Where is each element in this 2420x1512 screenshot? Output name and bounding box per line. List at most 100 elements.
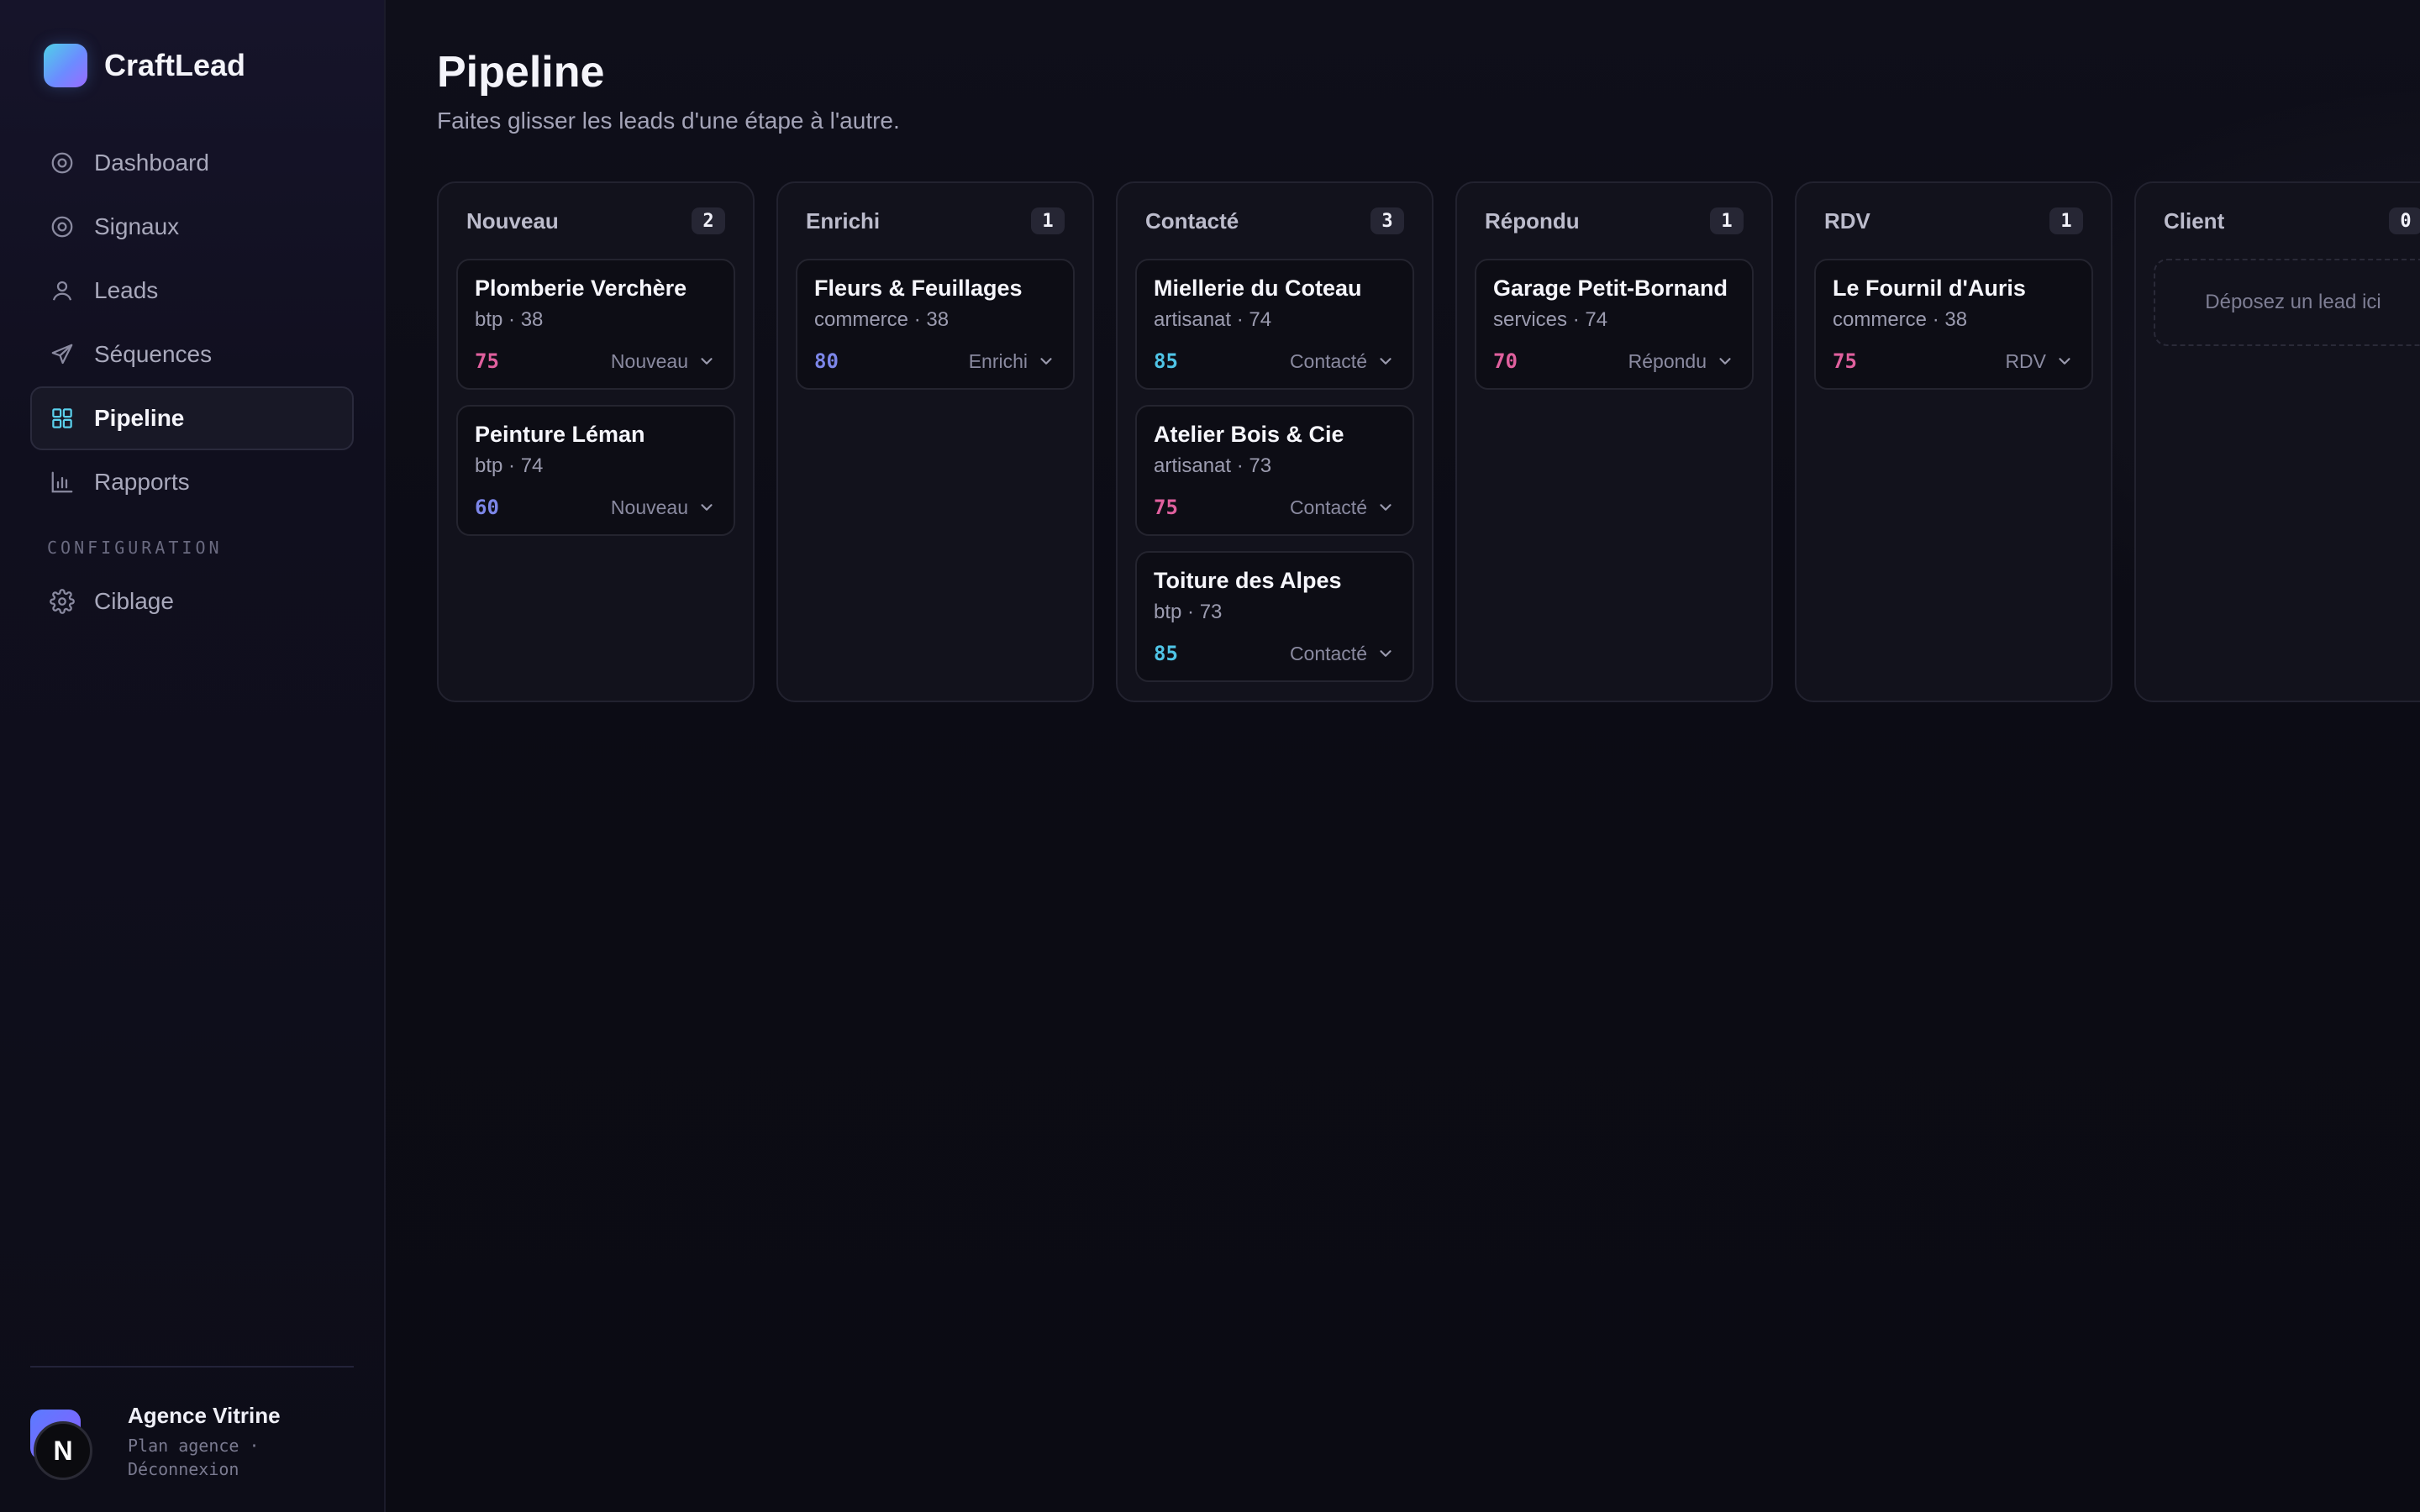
lead-card[interactable]: Atelier Bois & Cie artisanat · 73 75 Contac… (1135, 405, 1414, 536)
avatar-letter: N (34, 1421, 92, 1480)
pipeline-column-nouveau[interactable]: Nouveau 2 Plomberie Verchère btp · 38 75 Nouv… (437, 181, 755, 702)
app-root: CraftLead Dashboard Signaux Leads Séquences… (0, 0, 2420, 1512)
lead-meta: artisanat · 74 (1154, 308, 1272, 331)
column-count-badge: 3 (1370, 207, 1404, 234)
column-cards: Déposez un lead ici (2154, 259, 2420, 346)
bar-chart-icon (49, 469, 76, 496)
lead-name[interactable]: Miellerie du Coteau (1154, 276, 1396, 302)
account-subtitle[interactable]: Plan agence · Déconnexion (128, 1434, 296, 1481)
column-title: Répondu (1485, 207, 1580, 234)
stage-select[interactable]: RDV (2005, 350, 2075, 373)
brand[interactable]: CraftLead (30, 0, 354, 131)
lead-name[interactable]: Fleurs & Feuillages (814, 276, 1056, 302)
lead-card-footer: 85 Contacté (1154, 642, 1396, 665)
column-count-badge: 1 (2049, 207, 2083, 234)
sidebar-item-label: Dashboard (94, 150, 209, 176)
pipeline-column-contacte[interactable]: Contacté 3 Miellerie du Coteau artisanat · … (1116, 181, 1434, 702)
lead-card[interactable]: Toiture des Alpes btp · 73 85 Contacté (1135, 551, 1414, 682)
lead-name[interactable]: Atelier Bois & Cie (1154, 422, 1396, 448)
account-text: Agence Vitrine Plan agence · Déconnexion (128, 1401, 296, 1481)
lead-score: 80 (814, 349, 839, 373)
stage-select[interactable]: Contacté (1290, 496, 1396, 519)
stage-select[interactable]: Répondu (1628, 350, 1735, 373)
stage-select[interactable]: Enrichi (969, 350, 1056, 373)
pipeline-column-rdv[interactable]: RDV 1 Le Fournil d'Auris commerce · 38 75 RDV (1795, 181, 2112, 702)
sidebar-item-ciblage[interactable]: Ciblage (30, 570, 354, 633)
avatar[interactable]: N (30, 1401, 92, 1480)
stage-select[interactable]: Nouveau (611, 496, 717, 519)
column-cards: Garage Petit-Bornand services · 74 70 Répon… (1475, 259, 1754, 390)
column-cards: Plomberie Verchère btp · 38 75 Nouveau Peint… (456, 259, 735, 536)
lead-card[interactable]: Fleurs & Feuillages commerce · 38 80 Enrich… (796, 259, 1075, 390)
pipeline-column-enrichi[interactable]: Enrichi 1 Fleurs & Feuillages commerce · 38… (776, 181, 1094, 702)
send-icon (49, 341, 76, 368)
stage-select-value: Nouveau (610, 349, 688, 372)
sidebar-item-signaux[interactable]: Signaux (30, 195, 354, 259)
column-header: Répondu 1 (1475, 183, 1754, 259)
lead-card[interactable]: Peinture Léman btp · 74 60 Nouveau (456, 405, 735, 536)
stage-select[interactable]: Contacté (1290, 643, 1396, 665)
stage-select[interactable]: Nouveau (611, 350, 717, 373)
column-cards: Fleurs & Feuillages commerce · 38 80 Enrich… (796, 259, 1075, 390)
main-nav: Dashboard Signaux Leads Séquences Pipeline Ra… (30, 131, 354, 514)
chevron-down-icon (1715, 351, 1735, 371)
page-title: Pipeline (437, 48, 605, 97)
lead-card-footer: 75 Contacté (1154, 496, 1396, 519)
lead-score: 70 (1493, 349, 1518, 373)
column-header: Nouveau 2 (456, 183, 735, 259)
sidebar: CraftLead Dashboard Signaux Leads Séquences… (0, 0, 386, 1512)
sidebar-item-dashboard[interactable]: Dashboard (30, 131, 354, 195)
lead-card-footer: 75 RDV (1833, 349, 2075, 373)
lead-card-footer: 80 Enrichi (814, 349, 1056, 373)
stage-select[interactable]: Contacté (1290, 350, 1396, 373)
lead-score: 60 (475, 496, 499, 519)
lead-meta: commerce · 38 (1833, 308, 1968, 331)
sidebar-item-leads[interactable]: Leads (30, 259, 354, 323)
lead-name[interactable]: Toiture des Alpes (1154, 568, 1396, 594)
sidebar-item-pipeline[interactable]: Pipeline (30, 386, 354, 450)
grid-icon (49, 405, 76, 432)
lead-card[interactable]: Miellerie du Coteau artisanat · 74 85 Conta… (1135, 259, 1414, 390)
sidebar-item-label: Ciblage (94, 588, 174, 614)
stage-select-value: Contacté (1289, 496, 1367, 518)
account-name: Agence Vitrine (128, 1403, 281, 1428)
column-count-badge: 1 (1710, 207, 1744, 234)
user-icon (49, 277, 76, 304)
sidebar-item-rapports[interactable]: Rapports (30, 450, 354, 514)
sidebar-item-label: Leads (94, 277, 159, 303)
column-count-badge: 1 (1031, 207, 1065, 234)
chevron-down-icon (697, 351, 717, 371)
drop-zone[interactable]: Déposez un lead ici (2154, 259, 2420, 346)
stage-select-value: Contacté (1289, 349, 1367, 372)
nav-section-configuration: CONFIGURATION (47, 538, 223, 558)
sidebar-item-sequences[interactable]: Séquences (30, 323, 354, 386)
stage-select-value: Contacté (1289, 642, 1367, 664)
lead-card[interactable]: Plomberie Verchère btp · 38 75 Nouveau (456, 259, 735, 390)
brand-name: CraftLead (104, 48, 246, 82)
lead-name[interactable]: Le Fournil d'Auris (1833, 276, 2075, 302)
lead-score: 75 (475, 349, 499, 373)
stage-select-value: Nouveau (610, 496, 688, 518)
column-count-badge: 2 (692, 207, 725, 234)
lead-card[interactable]: Le Fournil d'Auris commerce · 38 75 RDV (1814, 259, 2093, 390)
lead-meta: services · 74 (1493, 308, 1608, 331)
lead-meta: btp · 38 (475, 308, 544, 331)
lead-card-footer: 85 Contacté (1154, 349, 1396, 373)
pipeline-column-client[interactable]: Client 0 Déposez un lead ici (2134, 181, 2420, 702)
main-content: Pipeline Faites glisser les leads d'une … (386, 0, 2420, 1512)
stage-select-value: Répondu (1628, 349, 1707, 372)
lead-name[interactable]: Garage Petit-Bornand (1493, 276, 1735, 302)
account[interactable]: N Agence Vitrine Plan agence · Déconnexi… (30, 1401, 296, 1481)
column-cards: Miellerie du Coteau artisanat · 74 85 Conta… (1135, 259, 1414, 682)
stage-select-value: Enrichi (968, 349, 1028, 372)
sidebar-footer: N Agence Vitrine Plan agence · Déconnexi… (30, 1366, 354, 1512)
lead-name[interactable]: Plomberie Verchère (475, 276, 717, 302)
column-header: Client 0 (2154, 183, 2420, 259)
column-title: Contacté (1145, 207, 1239, 234)
chevron-down-icon (1036, 351, 1056, 371)
sidebar-item-label: Signaux (94, 213, 180, 239)
lead-name[interactable]: Peinture Léman (475, 422, 717, 448)
lead-card[interactable]: Garage Petit-Bornand services · 74 70 Répon… (1475, 259, 1754, 390)
chevron-down-icon (2054, 351, 2075, 371)
pipeline-column-repondu[interactable]: Répondu 1 Garage Petit-Bornand services · 7… (1455, 181, 1773, 702)
